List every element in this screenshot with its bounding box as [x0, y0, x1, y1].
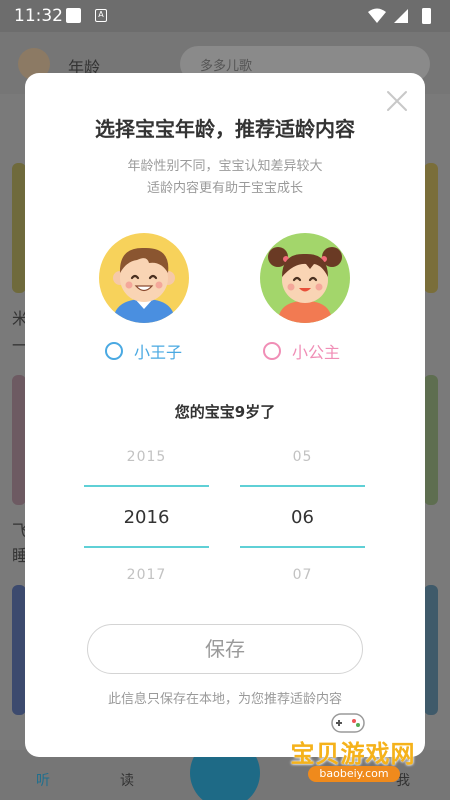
- boy-face-icon: [113, 247, 175, 323]
- bg-card-thumb: [424, 163, 438, 293]
- month-option-prev[interactable]: 05: [240, 449, 365, 465]
- age-summary: 您的宝宝9岁了: [174, 403, 276, 421]
- nav-read[interactable]: 读: [120, 770, 134, 790]
- bg-card-thumb: [424, 375, 438, 505]
- picker-divider: [240, 485, 365, 487]
- girl-label: 小公主: [292, 343, 341, 362]
- dialog-subtitle-2: 适龄内容更有助于宝宝成长: [146, 181, 303, 196]
- boy-label: 小王子: [134, 343, 183, 362]
- system-status-icons: [368, 8, 431, 24]
- search-placeholder: 多多儿歌: [200, 59, 253, 74]
- footer-note: 此信息只保存在本地，为您推荐适龄内容: [107, 692, 342, 707]
- year-option-prev[interactable]: 2015: [84, 449, 209, 465]
- year-option-next[interactable]: 2017: [84, 567, 209, 583]
- bg-card-thumb: [12, 163, 26, 293]
- picker-divider: [84, 485, 209, 487]
- girl-face-icon: [268, 247, 342, 323]
- month-option-next[interactable]: 07: [240, 567, 365, 583]
- age-select-dialog: 选择宝宝年龄，推荐适龄内容 年龄性别不同，宝宝认知差异较大 适龄内容更有助于宝宝…: [25, 73, 425, 757]
- site-watermark: 宝贝游戏网 baobeiy.com: [278, 706, 444, 796]
- year-picker[interactable]: 2015 2016 2017: [84, 439, 209, 589]
- close-icon[interactable]: [385, 89, 409, 113]
- picker-divider: [84, 546, 209, 548]
- notification-icon: [66, 8, 81, 23]
- status-time: 11:32: [14, 6, 63, 26]
- nav-listen[interactable]: 听: [36, 770, 50, 790]
- dialog-subtitle-1: 年龄性别不同，宝宝认知差异较大: [127, 159, 323, 174]
- boy-avatar[interactable]: [99, 233, 189, 323]
- bg-card-thumb: [12, 375, 26, 505]
- bg-card-thumb: [424, 585, 438, 715]
- signal-icon: [394, 9, 408, 23]
- month-selected[interactable]: 06: [240, 507, 365, 528]
- watermark-url: baobeiy.com: [308, 766, 400, 782]
- girl-avatar[interactable]: [260, 233, 350, 323]
- boy-radio[interactable]: [105, 342, 123, 360]
- month-picker[interactable]: 05 06 07: [240, 439, 365, 589]
- girl-radio[interactable]: [263, 342, 281, 360]
- battery-icon: [422, 8, 431, 24]
- wifi-icon: [368, 8, 386, 23]
- year-selected[interactable]: 2016: [84, 507, 209, 528]
- gamepad-icon: [331, 713, 365, 733]
- dialog-title: 选择宝宝年龄，推荐适龄内容: [95, 117, 355, 141]
- boy-option[interactable]: 小王子: [105, 339, 182, 363]
- a-letter-icon: A: [95, 9, 107, 22]
- picker-divider: [240, 546, 365, 548]
- bg-card-thumb: [12, 585, 26, 715]
- status-bar: 11:32 A: [0, 0, 450, 32]
- girl-option[interactable]: 小公主: [263, 339, 340, 363]
- save-button[interactable]: 保存: [87, 624, 363, 674]
- watermark-text: 宝贝游戏网: [290, 740, 416, 768]
